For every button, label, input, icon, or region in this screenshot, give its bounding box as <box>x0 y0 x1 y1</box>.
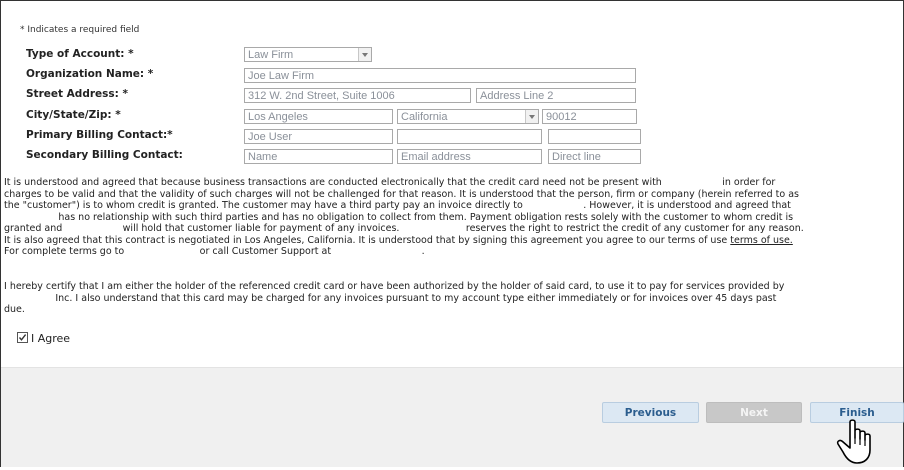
terms-of-use-link[interactable]: terms of use. <box>730 235 793 246</box>
account-type-label: Type of Account: * <box>26 48 134 60</box>
zip-field[interactable]: 90012 <box>542 109 637 124</box>
checkmark-icon <box>18 334 27 341</box>
required-field-note: * Indicates a required field <box>20 25 140 35</box>
agreement-line: charges to be valid and that the validit… <box>4 188 799 200</box>
agreement-line-text: It is also agreed that this contract is … <box>4 234 728 246</box>
account-type-value: Law Firm <box>248 49 294 61</box>
certification-line: Inc. I also understand that this card ma… <box>4 292 777 304</box>
certification-line: I hereby certify that I am either the ho… <box>4 281 785 292</box>
agreement-line: has no relationship with such third part… <box>4 211 794 223</box>
primary-contact-email-field[interactable] <box>397 129 542 144</box>
street-address-line1-field[interactable]: 312 W. 2nd Street, Suite 1006 <box>244 88 471 103</box>
primary-contact-name-field[interactable]: Joe User <box>244 129 393 144</box>
agree-checkbox-row[interactable]: I Agree <box>17 332 70 345</box>
city-field[interactable]: Los Angeles <box>244 109 393 124</box>
hand-pointer-cursor-icon <box>836 418 884 470</box>
secondary-contact-name-field[interactable]: Name <box>244 149 393 164</box>
secondary-contact-email-field[interactable]: Email address <box>397 149 542 164</box>
chevron-down-icon[interactable] <box>358 48 371 61</box>
agreement-line: For complete terms go to or call Custome… <box>4 246 425 257</box>
street-address-line2-field[interactable]: Address Line 2 <box>476 88 636 103</box>
street-address-label: Street Address: * <box>26 88 128 100</box>
agreement-line: the "customer") is to whom credit is gra… <box>4 200 791 211</box>
certification-line: due. <box>4 304 25 315</box>
account-type-select[interactable]: Law Firm <box>244 47 372 62</box>
agree-checkbox[interactable] <box>17 332 28 343</box>
agreement-line: It is understood and agreed that because… <box>4 177 776 188</box>
primary-billing-contact-label: Primary Billing Contact:* <box>26 129 173 141</box>
credit-agreement-paragraph: It is understood and agreed that because… <box>4 177 902 258</box>
next-button[interactable]: Next <box>706 402 802 423</box>
secondary-contact-phone-field[interactable]: Direct line <box>548 149 641 164</box>
primary-contact-phone-field[interactable] <box>548 129 641 144</box>
agreement-line: granted and will hold that customer liab… <box>4 223 804 234</box>
chevron-down-icon[interactable] <box>525 110 538 123</box>
agreement-line: It is also agreed that this contract is … <box>4 235 902 247</box>
state-value: California <box>401 111 448 123</box>
agree-label: I Agree <box>31 332 71 345</box>
previous-button[interactable]: Previous <box>602 402 699 423</box>
state-select[interactable]: California <box>397 109 539 124</box>
card-certification-paragraph: I hereby certify that I am either the ho… <box>4 281 902 316</box>
organization-name-label: Organization Name: * <box>26 68 154 80</box>
city-state-zip-label: City/State/Zip: * <box>26 109 121 121</box>
secondary-billing-contact-label: Secondary Billing Contact: <box>26 149 183 161</box>
organization-name-field[interactable]: Joe Law Firm <box>244 68 636 83</box>
